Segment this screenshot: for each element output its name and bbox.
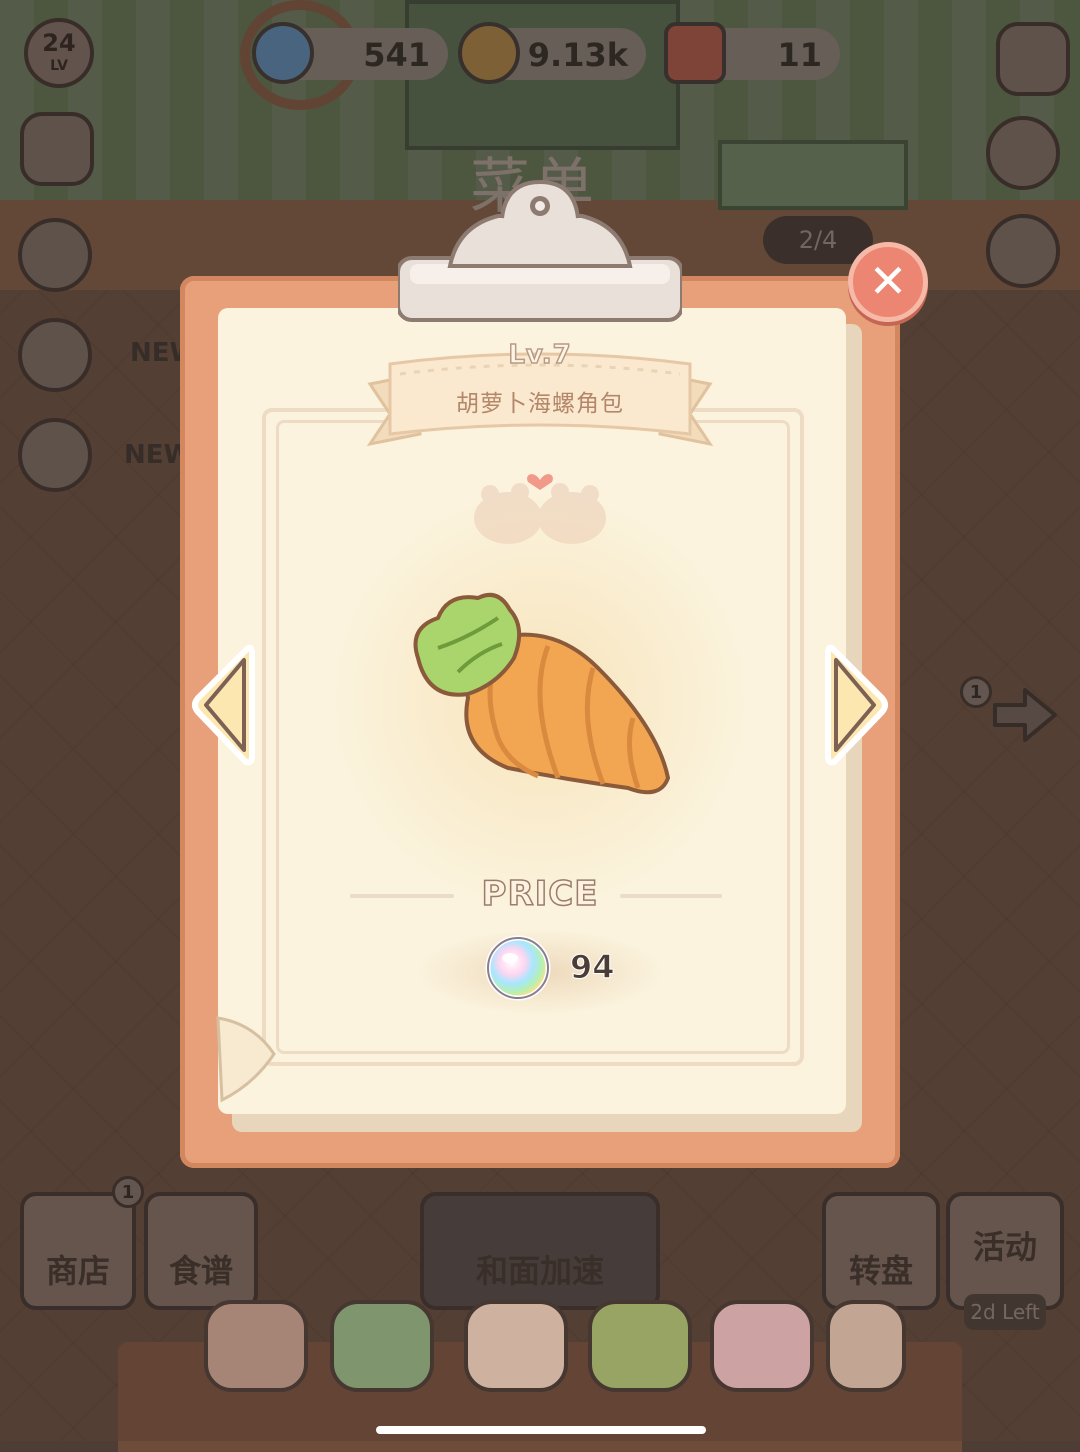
close-button[interactable]: ✕ <box>848 242 928 322</box>
clipboard-clip <box>398 179 682 322</box>
carrot-croissant-icon <box>413 593 670 795</box>
next-dish-button[interactable] <box>824 642 890 768</box>
prev-dish-button[interactable] <box>190 642 256 768</box>
rainbow-gem-icon <box>485 935 551 1001</box>
price-divider-left <box>350 894 454 898</box>
close-icon: ✕ <box>868 254 908 308</box>
dish-level: Lv.7 <box>508 339 572 371</box>
home-indicator[interactable] <box>376 1426 706 1434</box>
dish-name: 胡萝卜海螺角包 <box>456 391 624 417</box>
price-label: PRICE <box>481 873 599 915</box>
price-value: 94 <box>570 948 616 987</box>
paper-curl <box>216 1016 276 1103</box>
